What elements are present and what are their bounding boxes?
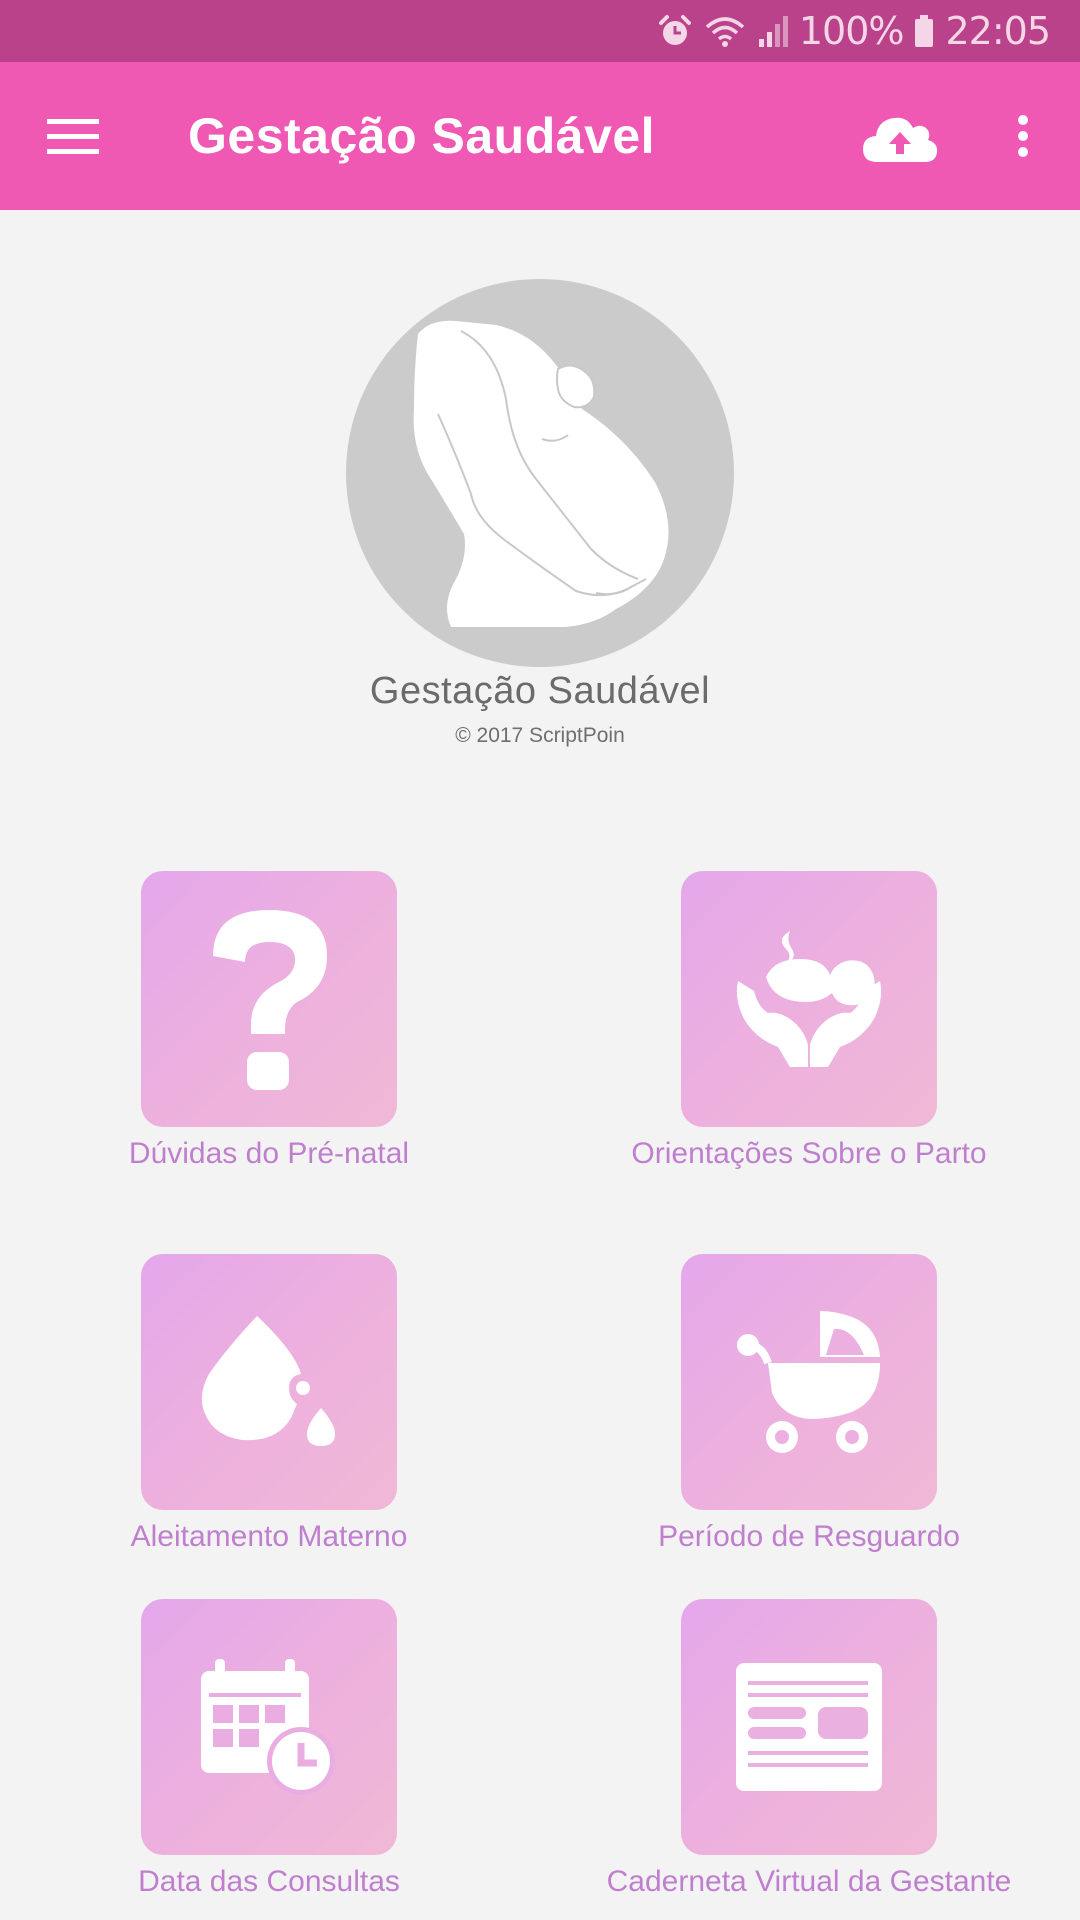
cloud-upload-button[interactable] xyxy=(858,102,942,172)
tile-label-caderneta: Caderneta Virtual da Gestante xyxy=(606,1865,1012,1898)
calendar-clock-icon xyxy=(201,1659,335,1795)
status-bar: 100% 22:05 xyxy=(0,0,1080,62)
tile-label-orientacoes: Orientações Sobre o Parto xyxy=(631,1137,987,1170)
battery-icon xyxy=(913,13,935,49)
tile-label-resguardo: Período de Resguardo xyxy=(658,1520,960,1553)
cloud-upload-icon xyxy=(863,117,938,162)
tile-caderneta-virtual[interactable] xyxy=(681,1599,937,1855)
tile-label-consultas: Data das Consultas xyxy=(138,1865,400,1898)
tile-label-duvidas: Dúvidas do Pré-natal xyxy=(128,1137,410,1170)
tile-data-consultas[interactable] xyxy=(141,1599,397,1855)
milk-drop-icon xyxy=(201,1316,335,1446)
more-options-button[interactable] xyxy=(1000,106,1046,166)
hero-title: Gestação Saudável xyxy=(369,670,711,712)
tile-duvidas-pre-natal[interactable] xyxy=(141,871,397,1127)
menu-button[interactable] xyxy=(40,106,106,166)
status-icons: 100% 22:05 xyxy=(657,0,1051,62)
menu-icon xyxy=(47,119,99,154)
tile-aleitamento-materno[interactable] xyxy=(141,1254,397,1510)
app-bar: Gestação Saudável xyxy=(0,62,1080,210)
question-icon xyxy=(213,910,327,1090)
pregnant-woman-image xyxy=(346,279,734,667)
tile-label-aleitamento: Aleitamento Materno xyxy=(130,1520,408,1553)
copyright-text: © 2017 ScriptPoin xyxy=(455,724,625,747)
document-icon xyxy=(736,1663,882,1791)
battery-percent: 100% xyxy=(798,9,905,53)
more-vert-icon xyxy=(1018,115,1028,157)
wifi-icon xyxy=(703,13,747,49)
signal-icon xyxy=(757,13,789,49)
clock-time: 22:05 xyxy=(945,9,1051,53)
app-title: Gestação Saudável xyxy=(188,108,656,164)
baby-stroller-icon xyxy=(737,1311,880,1453)
tile-periodo-resguardo[interactable] xyxy=(681,1254,937,1510)
tile-orientacoes-parto[interactable] xyxy=(681,871,937,1127)
alarm-icon xyxy=(657,13,693,49)
pregnant-woman-icon xyxy=(413,320,669,627)
baby-hands-icon xyxy=(736,931,882,1067)
